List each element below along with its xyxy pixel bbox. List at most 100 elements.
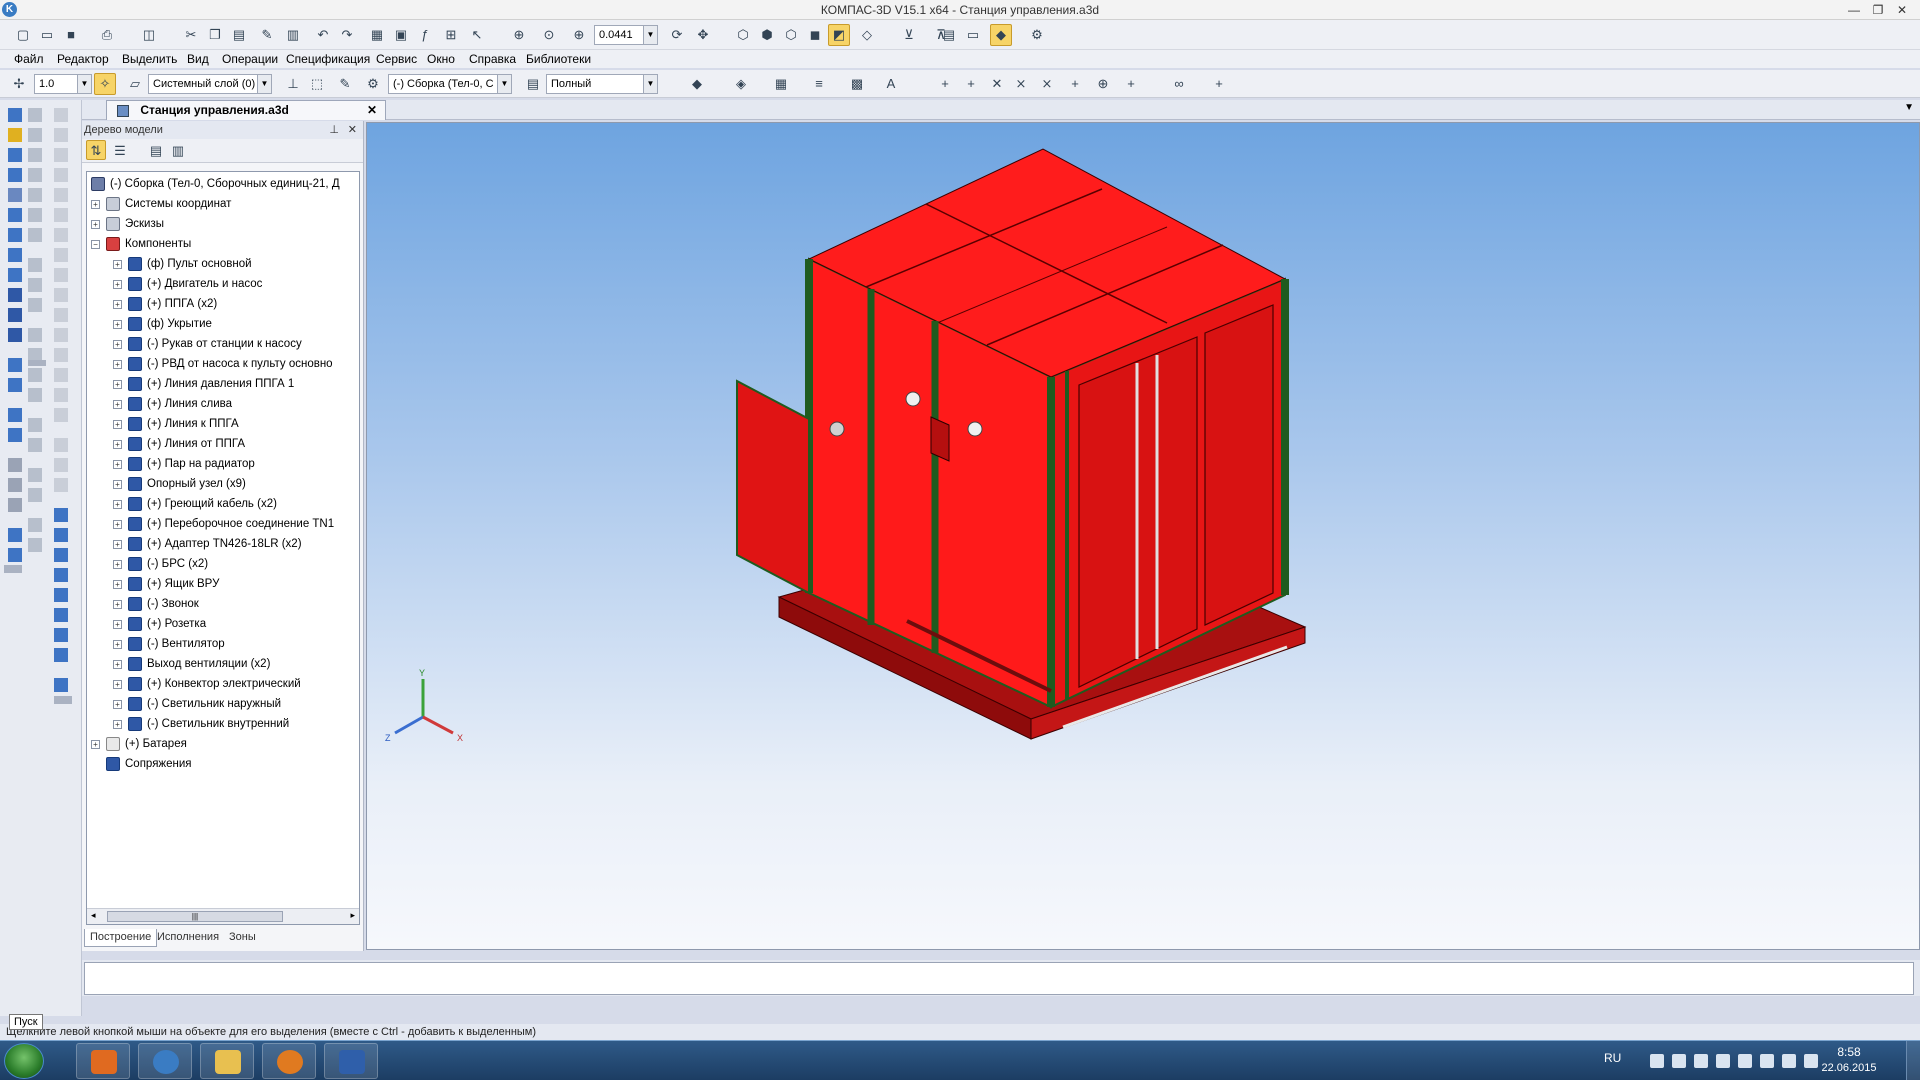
menu-help[interactable]: Справка [469, 52, 516, 66]
taskbar-app-explorer[interactable] [200, 1043, 254, 1079]
menu-window[interactable]: Окно [427, 52, 455, 66]
tree-node[interactable]: + (+) Переборочное соединение TN1 [113, 514, 334, 534]
tray-flag-icon[interactable] [1672, 1054, 1686, 1068]
point-icon-2[interactable]: + [960, 73, 982, 95]
start-button[interactable] [4, 1043, 44, 1079]
expand-icon[interactable]: + [113, 719, 122, 729]
tree-horizontal-scrollbar[interactable]: ◂ ||| ▸ [87, 908, 359, 924]
expand-icon[interactable]: + [113, 499, 122, 509]
expand-icon[interactable]: + [113, 479, 122, 489]
pan-icon[interactable]: ✥ [692, 24, 714, 46]
close-button[interactable]: ✕ [1890, 1, 1914, 19]
tree-node[interactable]: + (-) БРС (x2) [113, 554, 208, 574]
expand-icon[interactable]: + [91, 739, 100, 749]
wireframe-icon[interactable]: ⬢ [756, 24, 778, 46]
highlight-icon[interactable]: ◆ [990, 24, 1012, 46]
taskbar-app-kompas[interactable] [138, 1043, 192, 1079]
expand-icon[interactable]: + [113, 279, 122, 289]
orientation-icon[interactable]: ⊥ [282, 73, 304, 95]
tray-arrow-icon[interactable] [1650, 1054, 1664, 1068]
taskbar-app-word[interactable] [324, 1043, 378, 1079]
expand-icon[interactable]: + [113, 539, 122, 549]
expand-icon[interactable]: + [113, 699, 122, 709]
expand-icon[interactable]: + [113, 519, 122, 529]
filter-icon[interactable]: ⊻ [898, 24, 920, 46]
expand-icon[interactable]: + [113, 559, 122, 569]
point-icon[interactable]: + [934, 73, 956, 95]
expand-icon[interactable]: + [91, 219, 100, 229]
tree-view-icon[interactable]: ▦ [366, 24, 388, 46]
tree-root[interactable]: (-) Сборка (Тел-0, Сборочных единиц-21, … [91, 174, 340, 194]
hidden-lines-icon[interactable]: ⬡ [780, 24, 802, 46]
point-icon-7[interactable]: ⊕ [1092, 73, 1114, 95]
assembly-combo[interactable]: (-) Сборка (Тел-0, С ▼ [388, 74, 512, 94]
point-icon-8[interactable]: + [1120, 73, 1142, 95]
settings-icon[interactable]: ⚙ [1026, 24, 1048, 46]
tray-app-icon-2[interactable] [1738, 1054, 1752, 1068]
chevron-down-icon[interactable]: ▼ [497, 75, 511, 93]
menu-specification[interactable]: Спецификация [286, 52, 370, 66]
chevron-down-icon[interactable]: ▼ [643, 75, 657, 93]
expand-icon[interactable]: + [113, 259, 122, 269]
tray-app-icon-3[interactable] [1760, 1054, 1774, 1068]
tree-node[interactable]: + (ф) Укрытие [113, 314, 212, 334]
open-folder-icon[interactable]: ▭ [36, 24, 58, 46]
clock-time[interactable]: 8:58 [1814, 1045, 1884, 1059]
new-document-icon[interactable]: ▢ [12, 24, 34, 46]
language-indicator[interactable]: RU [1604, 1051, 1621, 1065]
copy-props-icon[interactable]: ▦ [770, 73, 792, 95]
tree-node[interactable]: + (+) Розетка [113, 614, 206, 634]
print-icon[interactable]: ⎙ [96, 24, 118, 46]
view-orientation-icon[interactable]: ⬡ [732, 24, 754, 46]
tree-node[interactable]: + (+) Батарея [91, 734, 187, 754]
rotate-icon[interactable]: ⟳ [666, 24, 688, 46]
tree-node[interactable]: + (+) Пар на радиатор [113, 454, 255, 474]
chevron-down-icon[interactable]: ▼ [257, 75, 271, 93]
tree-node[interactable]: + Выход вентиляции (x2) [113, 654, 270, 674]
tree-node[interactable]: + (-) Вентилятор [113, 634, 225, 654]
pin-icon[interactable]: ⊥ [329, 121, 339, 139]
tree-node[interactable]: + (-) РВД от насоса к пульту основно [113, 354, 333, 374]
chevron-down-icon[interactable]: ▼ [643, 26, 657, 44]
zoom-window-icon[interactable]: ⊕ [508, 24, 530, 46]
tree-node[interactable]: + Эскизы [91, 214, 164, 234]
expand-icon[interactable]: + [113, 579, 122, 589]
tree-node[interactable]: + (+) Линия от ППГА [113, 434, 245, 454]
scroll-right-icon[interactable]: ▸ [350, 910, 355, 921]
tree-node[interactable]: + Системы координат [91, 194, 231, 214]
document-tab[interactable]: Станция управления.a3d ✕ [106, 100, 386, 120]
align-icon[interactable]: ≡ [808, 73, 830, 95]
layer-icon[interactable]: ▱ [124, 73, 146, 95]
expand-icon[interactable]: + [113, 359, 122, 369]
tree-node[interactable]: + (+) ППГА (x2) [113, 294, 217, 314]
halftone-icon[interactable]: ◼ [804, 24, 826, 46]
copy-icon[interactable]: ❐ [204, 24, 226, 46]
tree-node[interactable]: + (+) Конвектор электрический [113, 674, 301, 694]
tree-node[interactable]: + (-) Светильник внутренний [113, 714, 289, 734]
tree-node[interactable]: + (+) Линия к ППГА [113, 414, 239, 434]
tab-list-chevron-icon[interactable]: ▼ [1904, 102, 1914, 113]
help-pointer-icon[interactable]: ↖ [466, 24, 488, 46]
menu-operations[interactable]: Операции [222, 52, 278, 66]
close-tab-icon[interactable]: ✕ [367, 101, 377, 119]
menu-libraries[interactable]: Библиотеки [526, 52, 591, 66]
expand-icon[interactable]: + [113, 299, 122, 309]
tab-zones[interactable]: Зоны [224, 929, 261, 947]
tray-network-icon[interactable] [1694, 1054, 1708, 1068]
cut-icon[interactable]: ✂ [180, 24, 202, 46]
tray-monitor-icon[interactable] [1782, 1054, 1796, 1068]
tree-node[interactable]: + (+) Адаптер TN426-18LR (x2) [113, 534, 302, 554]
perspective-icon[interactable]: ◇ [856, 24, 878, 46]
tree-filter-icon[interactable]: ▤ [146, 140, 166, 160]
tree-structure-icon[interactable]: ☰ [110, 140, 130, 160]
expand-icon[interactable]: + [113, 339, 122, 349]
grid-icon[interactable]: ✢ [8, 73, 30, 95]
restore-button[interactable]: ❐ [1866, 1, 1890, 19]
cs-icon[interactable]: ▩ [846, 73, 868, 95]
tree-node[interactable]: + (+) Греющий кабель (x2) [113, 494, 277, 514]
collapse-icon[interactable]: − [91, 239, 100, 249]
expand-icon[interactable]: + [113, 379, 122, 389]
tree-node[interactable]: + (ф) Пульт основной [113, 254, 252, 274]
section-icon[interactable]: ◈ [730, 73, 752, 95]
point-icon-4[interactable]: ⨯ [1010, 73, 1032, 95]
